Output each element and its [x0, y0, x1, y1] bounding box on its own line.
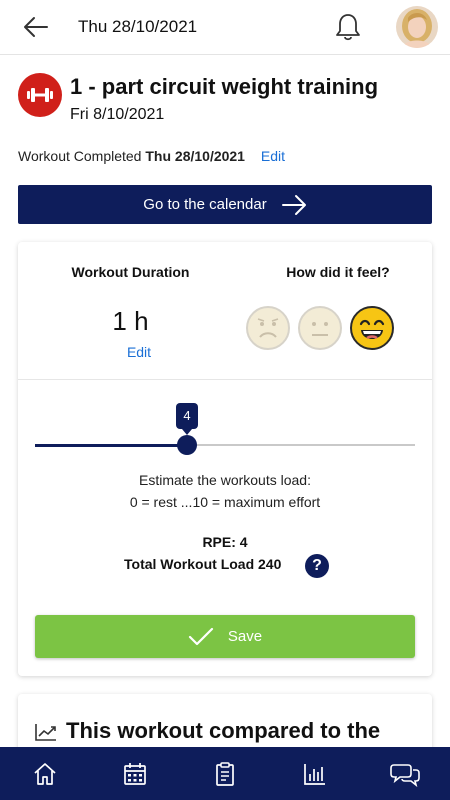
rpe-value: RPE: 4 [202, 534, 248, 550]
bar-chart-icon [304, 763, 325, 785]
save-label: Save [227, 628, 263, 645]
edit-completed-date-link[interactable]: Edit [261, 148, 285, 164]
workout-title: 1 - part circuit weight training [70, 74, 379, 99]
nav-plans[interactable] [180, 747, 270, 800]
nav-messages[interactable] [360, 747, 450, 800]
happy-face-icon [359, 319, 385, 340]
comparison-title: This workout compared to the [66, 718, 381, 743]
bottom-navigation [0, 747, 450, 800]
workout-completed-line: Workout Completed Thu 28/10/2021 Edit [18, 148, 285, 164]
save-button[interactable]: Save [35, 615, 415, 658]
rpe-slider-value-bubble: 4 [176, 403, 198, 435]
rpe-slider[interactable]: 4 [35, 403, 415, 455]
workout-header: 1 - part circuit weight training Fri 8/1… [18, 70, 438, 126]
avatar[interactable] [396, 6, 438, 48]
dumbbell-icon [27, 88, 53, 102]
clipboard-icon [216, 761, 234, 786]
feel-option-sad[interactable] [246, 306, 290, 350]
feel-title: How did it feel? [286, 264, 390, 280]
total-workout-load: Total Workout Load 240 [124, 556, 282, 572]
help-button[interactable]: ? [305, 554, 329, 578]
arrow-right-icon [281, 194, 306, 215]
home-icon [34, 762, 56, 785]
edit-duration-link[interactable]: Edit [18, 344, 260, 360]
nav-stats[interactable] [270, 747, 360, 800]
back-button[interactable] [22, 13, 50, 41]
feel-option-neutral[interactable] [298, 306, 342, 350]
workout-type-badge [18, 73, 62, 117]
load-hint-line-2: 0 = rest ...10 = maximum effort [129, 494, 321, 510]
feel-option-happy[interactable] [350, 306, 394, 350]
completed-date: Thu 28/10/2021 [145, 148, 245, 164]
duration-value: 1 h [112, 306, 149, 336]
bell-icon [336, 14, 360, 41]
rpe-slider-fill [35, 443, 187, 447]
top-bar: Thu 28/10/2021 [0, 0, 450, 55]
card-divider [18, 379, 432, 380]
checkmark-icon [188, 627, 213, 645]
neutral-face-icon [312, 322, 328, 336]
user-avatar-icon [396, 6, 438, 48]
rpe-slider-thumb[interactable] [177, 435, 197, 455]
nav-home[interactable] [0, 747, 90, 800]
header-date: Thu 28/10/2021 [78, 17, 198, 36]
chat-icon [390, 763, 420, 787]
go-to-calendar-button[interactable]: Go to the calendar [18, 185, 432, 224]
arrow-left-icon [24, 17, 48, 37]
notifications-button[interactable] [334, 12, 362, 42]
duration-title: Workout Duration [71, 264, 190, 280]
go-to-calendar-label: Go to the calendar [143, 196, 267, 213]
help-icon: ? [312, 557, 322, 574]
nav-calendar[interactable] [90, 747, 180, 800]
workout-feedback-card: Workout Duration How did it feel? 1 h Ed… [18, 242, 432, 676]
completed-label: Workout Completed [18, 148, 142, 164]
workout-scheduled-date: Fri 8/10/2021 [70, 106, 165, 123]
load-hint-line-1: Estimate the workouts load: [139, 472, 311, 488]
trend-chart-icon [35, 724, 56, 741]
calendar-icon [124, 762, 146, 785]
sad-face-icon [257, 318, 279, 338]
